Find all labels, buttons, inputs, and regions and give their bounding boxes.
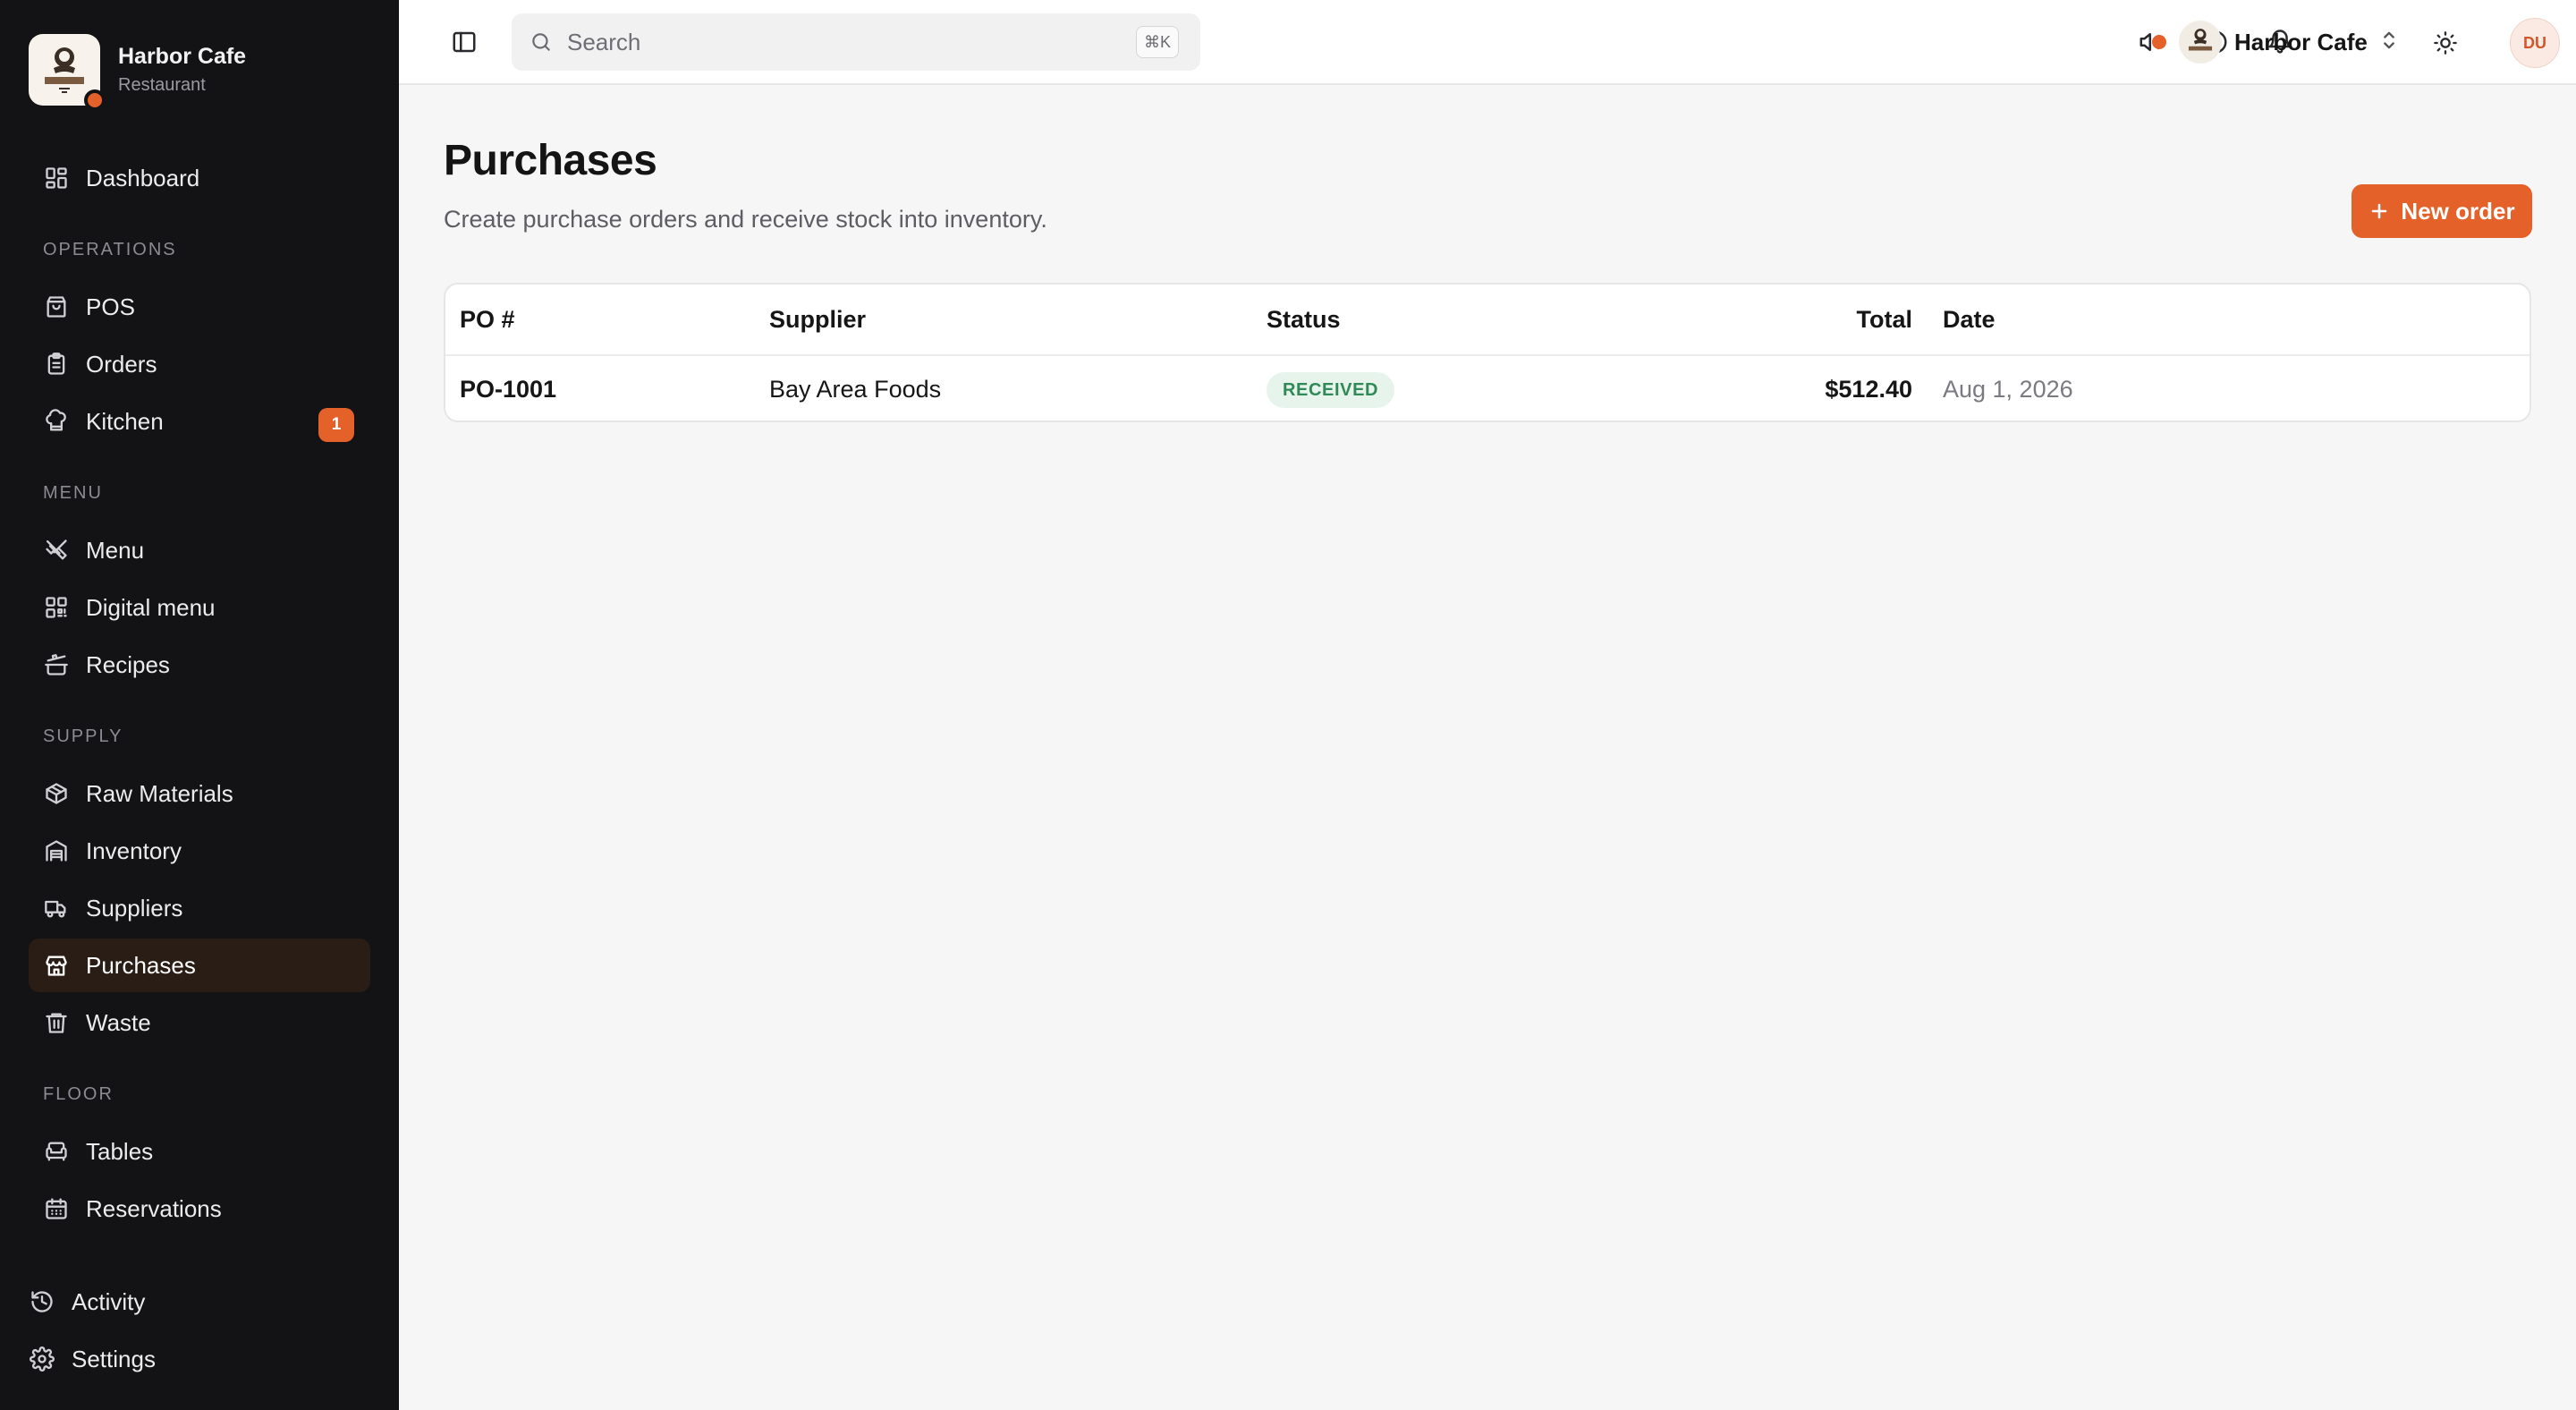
truck-icon: [43, 895, 70, 922]
main-content: ⌘K: [399, 0, 2576, 1410]
sidebar-item-inventory[interactable]: Inventory: [29, 824, 370, 878]
brand[interactable]: Harbor Cafe Restaurant: [29, 34, 247, 111]
brand-status-dot: [84, 89, 106, 111]
sidebar-item-label: Kitchen: [86, 407, 164, 435]
workspace-logo: [2179, 21, 2222, 64]
sidebar-item-reservations[interactable]: Reservations: [29, 1182, 370, 1236]
sidebar-item-label: Digital menu: [86, 593, 216, 621]
sidebar-item-label: Tables: [86, 1137, 154, 1165]
sidebar-item-pos[interactable]: POS: [29, 280, 370, 334]
sidebar-item-waste[interactable]: Waste: [29, 996, 370, 1049]
calendar-icon: [43, 1195, 70, 1222]
sidebar-item-label: POS: [86, 293, 135, 320]
sidebar-item-label: Raw Materials: [86, 779, 233, 807]
harbor-logo-icon: [45, 47, 84, 93]
column-header-supplier: Supplier: [769, 306, 867, 333]
section-label-floor: FLOOR: [43, 1084, 114, 1104]
new-order-button[interactable]: New order: [2351, 184, 2532, 238]
sidebar-item-label: Dashboard: [86, 164, 200, 191]
sidebar-item-purchases[interactable]: Purchases: [29, 939, 370, 992]
cell-po-number: PO-1001: [460, 376, 557, 403]
sidebar-item-orders[interactable]: Orders: [29, 337, 370, 391]
plus-icon: [2368, 200, 2390, 222]
cooking-pot-icon: [43, 651, 70, 678]
armchair-icon: [43, 1138, 70, 1165]
table-header: PO # Supplier Status Total Date: [445, 285, 2529, 356]
utensils-crossed-icon: [43, 537, 70, 564]
qr-code-icon: [43, 594, 70, 621]
sidebar-item-label: Inventory: [86, 837, 182, 864]
warehouse-icon: [43, 837, 70, 864]
clipboard-icon: [43, 351, 70, 378]
workspace-name: Harbor Cafe: [2234, 28, 2368, 55]
online-status-dot: [2152, 35, 2166, 49]
sidebar-item-label: Activity: [72, 1287, 146, 1315]
column-header-total: Total: [1856, 306, 1913, 333]
new-order-label: New order: [2401, 197, 2515, 225]
cell-supplier: Bay Area Foods: [769, 376, 942, 403]
brand-logo: [29, 34, 106, 111]
trash-icon: [43, 1009, 70, 1036]
search-icon: [532, 33, 550, 51]
sidebar-item-label: Recipes: [86, 650, 170, 678]
harbor-logo-icon: [2188, 29, 2213, 51]
sidebar-item-label: Orders: [86, 350, 157, 378]
sidebar-item-activity[interactable]: Activity: [16, 1275, 358, 1329]
history-icon: [29, 1288, 55, 1315]
sidebar-item-label: Menu: [86, 536, 145, 564]
package-icon: [43, 780, 70, 807]
store-icon: [43, 952, 70, 979]
kitchen-count-badge: 1: [318, 408, 354, 442]
chevrons-up-down-icon: [2380, 28, 2398, 57]
sidebar-item-label: Purchases: [86, 951, 196, 979]
app-window: Harbor Cafe Restaurant Dashboard OPERATI…: [0, 0, 2576, 1410]
search-shortcut-hint: ⌘K: [1135, 26, 1179, 58]
sidebar-item-label: Reservations: [86, 1194, 222, 1222]
search-bar[interactable]: ⌘K: [512, 13, 1200, 71]
search-input[interactable]: [567, 28, 1104, 56]
column-header-po: PO #: [460, 306, 515, 333]
sidebar-item-label: Settings: [72, 1345, 156, 1372]
table-row[interactable]: PO-1001 Bay Area Foods RECEIVED $512.40 …: [445, 356, 2529, 420]
user-avatar[interactable]: DU: [2510, 18, 2560, 68]
dashboard-icon: [43, 165, 70, 191]
sidebar-item-menu[interactable]: Menu: [29, 523, 370, 577]
sidebar-toggle-icon[interactable]: [447, 25, 481, 59]
column-header-date: Date: [1943, 306, 1996, 333]
sidebar-item-tables[interactable]: Tables: [29, 1125, 370, 1178]
sidebar-item-settings[interactable]: Settings: [16, 1332, 358, 1386]
sun-theme-icon[interactable]: [2429, 27, 2462, 59]
sidebar-item-raw-materials[interactable]: Raw Materials: [29, 767, 370, 820]
section-label-supply: SUPPLY: [43, 726, 123, 746]
purchases-table: PO # Supplier Status Total Date PO-1001 …: [444, 283, 2531, 422]
brand-subtitle: Restaurant: [118, 75, 206, 95]
sidebar-item-suppliers[interactable]: Suppliers: [29, 881, 370, 935]
sidebar: Harbor Cafe Restaurant Dashboard OPERATI…: [0, 0, 399, 1410]
gear-icon: [29, 1346, 55, 1372]
shopping-bag-icon: [43, 293, 70, 320]
sidebar-item-recipes[interactable]: Recipes: [29, 638, 370, 692]
workspace-switcher-button[interactable]: Harbor Cafe: [2179, 18, 2398, 66]
status-badge: RECEIVED: [1267, 372, 1395, 408]
column-header-status: Status: [1267, 306, 1341, 333]
cell-date: Aug 1, 2026: [1943, 376, 2073, 403]
sidebar-item-dashboard[interactable]: Dashboard: [29, 151, 370, 205]
chef-hat-icon: [43, 408, 70, 435]
section-label-operations: OPERATIONS: [43, 240, 177, 259]
brand-name: Harbor Cafe: [118, 44, 247, 69]
sidebar-item-digital-menu[interactable]: Digital menu: [29, 581, 370, 634]
section-label-menu: MENU: [43, 483, 103, 503]
sidebar-item-kitchen[interactable]: Kitchen 1: [29, 395, 370, 448]
sidebar-item-label: Suppliers: [86, 894, 183, 922]
cell-total: $512.40: [1825, 376, 1912, 403]
sidebar-item-label: Waste: [86, 1008, 151, 1036]
